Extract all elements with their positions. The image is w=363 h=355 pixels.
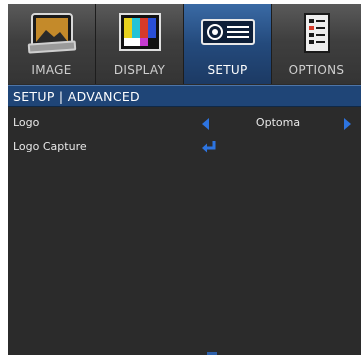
section-title: SETUP | ADVANCED [8,85,361,107]
tab-setup[interactable]: SETUP [184,4,272,84]
tab-label: IMAGE [31,63,72,77]
osd-menu: IMAGE DISPLAY SETUP OPTIONS SETUP | ADVA… [8,4,361,355]
menu-row-logo[interactable]: Logo Optoma [8,112,361,134]
tab-label: DISPLAY [113,63,166,77]
tab-image[interactable]: IMAGE [8,4,96,84]
tab-options[interactable]: OPTIONS [272,4,361,84]
options-list-icon [272,12,361,62]
arrow-right-icon[interactable] [344,118,351,130]
projector-icon [184,12,271,62]
row-label: Logo Capture [13,140,87,153]
display-color-bars-icon [96,12,183,62]
menu-content: Logo Optoma Logo Capture [8,108,361,355]
enter-icon[interactable] [201,140,217,162]
image-picture-icon [8,12,95,62]
tab-bar: IMAGE DISPLAY SETUP OPTIONS [8,4,361,84]
row-value: Optoma [255,116,301,129]
tab-display[interactable]: DISPLAY [96,4,184,84]
tab-label: SETUP [207,63,248,77]
menu-row-logo-capture[interactable]: Logo Capture [8,136,361,158]
tab-label: OPTIONS [288,63,345,77]
arrow-left-icon[interactable] [202,118,209,130]
row-label: Logo [13,116,40,129]
